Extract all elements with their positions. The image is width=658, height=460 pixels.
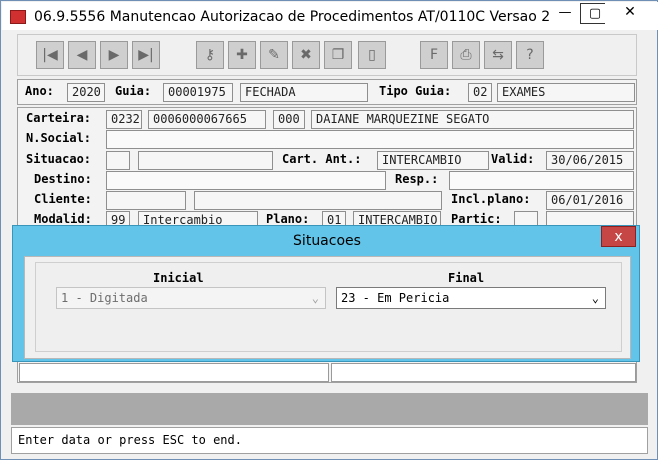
final-label: Final [448, 271, 485, 285]
cliente-code-field[interactable] [106, 191, 186, 210]
first-icon[interactable]: |◀ [36, 41, 64, 69]
carteira-digito-field[interactable]: 000 [273, 110, 305, 129]
nsocial-field[interactable] [106, 130, 634, 149]
grid-left[interactable] [19, 363, 329, 382]
situacoes-dialog: Situacoes x Inicial 1 - Digitada ⌄ Final… [12, 225, 640, 362]
delete-icon[interactable]: ✖ [292, 41, 320, 69]
last-icon[interactable]: ▶| [132, 41, 160, 69]
window-title: 06.9.5556 Manutencao Autorizacao de Proc… [34, 9, 591, 25]
add-icon[interactable]: ✚ [228, 41, 256, 69]
close-button[interactable]: ✕ [605, 3, 655, 24]
carteira-label: Carteira: [26, 111, 92, 125]
partic-label: Partic: [451, 212, 502, 226]
guia-label: Guia: [115, 84, 152, 98]
inicial-select-value: 1 - Digitada [61, 291, 148, 305]
inicial-label: Inicial [153, 271, 204, 285]
situacao-label: Situacao: [26, 152, 92, 166]
header-panel: Ano: 2020 Guia: 00001975 FECHADA Tipo Gu… [17, 79, 637, 105]
cliente-name-field [194, 191, 442, 210]
dialog-title: Situacoes [293, 233, 361, 249]
message-area [11, 393, 648, 425]
dialog-frame: Inicial 1 - Digitada ⌄ Final 23 - Em Per… [35, 262, 622, 352]
carteira-numero-field[interactable]: 0006000067665 [148, 110, 266, 129]
print-icon[interactable]: ⎙ [452, 41, 480, 69]
grid-right[interactable] [331, 363, 636, 382]
final-select[interactable]: 23 - Em Pericia ⌄ [336, 287, 606, 309]
plano-label: Plano: [266, 212, 310, 226]
guia-field[interactable]: 00001975 [163, 83, 233, 102]
beneficiario-nome-field: DAIANE MARQUEZINE SEGATO [311, 110, 634, 129]
status-bar: Enter data or press ESC to end. [11, 427, 648, 454]
carteira-unidade-field[interactable]: 0232 [106, 110, 142, 129]
help-icon[interactable]: ? [516, 41, 544, 69]
filter-icon[interactable]: F [420, 41, 448, 69]
incl-plano-field: 06/01/2016 [546, 191, 634, 210]
modalid-label: Modalid: [34, 212, 92, 226]
tipo-guia-code-field[interactable]: 02 [468, 83, 492, 102]
edit-icon[interactable]: ✎ [260, 41, 288, 69]
incl-plano-label: Incl.plano: [451, 192, 531, 206]
chevron-down-icon[interactable]: ⌄ [592, 290, 599, 306]
minimize-button[interactable]: — [550, 3, 580, 24]
key-icon[interactable]: ⚷ [196, 41, 224, 69]
copy-icon[interactable]: ❐ [324, 41, 352, 69]
final-select-value: 23 - Em Pericia [341, 291, 450, 305]
valid-label: Valid: [491, 152, 535, 166]
cart-ant-label: Cart. Ant.: [282, 152, 362, 166]
app-icon [10, 10, 26, 24]
resp-field[interactable] [449, 171, 634, 190]
next-icon[interactable]: ▶ [100, 41, 128, 69]
ano-label: Ano: [25, 84, 54, 98]
valid-field: 30/06/2015 [546, 151, 634, 170]
toolbar: |◀ ◀ ▶ ▶| ⚷ ✚ ✎ ✖ ❐ ▯ F ⎙ ⇆ ? [17, 34, 637, 76]
tipo-guia-label: Tipo Guia: [379, 84, 452, 98]
export-icon[interactable]: ⇆ [484, 41, 512, 69]
destino-field[interactable] [106, 171, 386, 190]
ano-field[interactable]: 2020 [67, 83, 105, 102]
tipo-guia-field: EXAMES [497, 83, 635, 102]
destino-label: Destino: [34, 172, 92, 186]
chevron-down-icon: ⌄ [311, 291, 319, 305]
nsocial-label: N.Social: [26, 131, 92, 145]
resp-label: Resp.: [395, 172, 439, 186]
guia-status-field: FECHADA [240, 83, 368, 102]
dialog-body: Inicial 1 - Digitada ⌄ Final 23 - Em Per… [24, 256, 631, 359]
main-window: 06.9.5556 Manutencao Autorizacao de Proc… [0, 0, 658, 460]
cliente-label: Cliente: [34, 192, 92, 206]
title-bar: 06.9.5556 Manutencao Autorizacao de Proc… [2, 2, 658, 30]
inicial-select: 1 - Digitada ⌄ [56, 287, 326, 309]
situacao-desc-field [138, 151, 273, 170]
exit-icon[interactable]: ▯ [358, 41, 386, 69]
cart-ant-field: INTERCAMBIO [377, 151, 489, 170]
situacao-code-field[interactable] [106, 151, 130, 170]
prev-icon[interactable]: ◀ [68, 41, 96, 69]
dialog-close-button[interactable]: x [601, 226, 636, 247]
